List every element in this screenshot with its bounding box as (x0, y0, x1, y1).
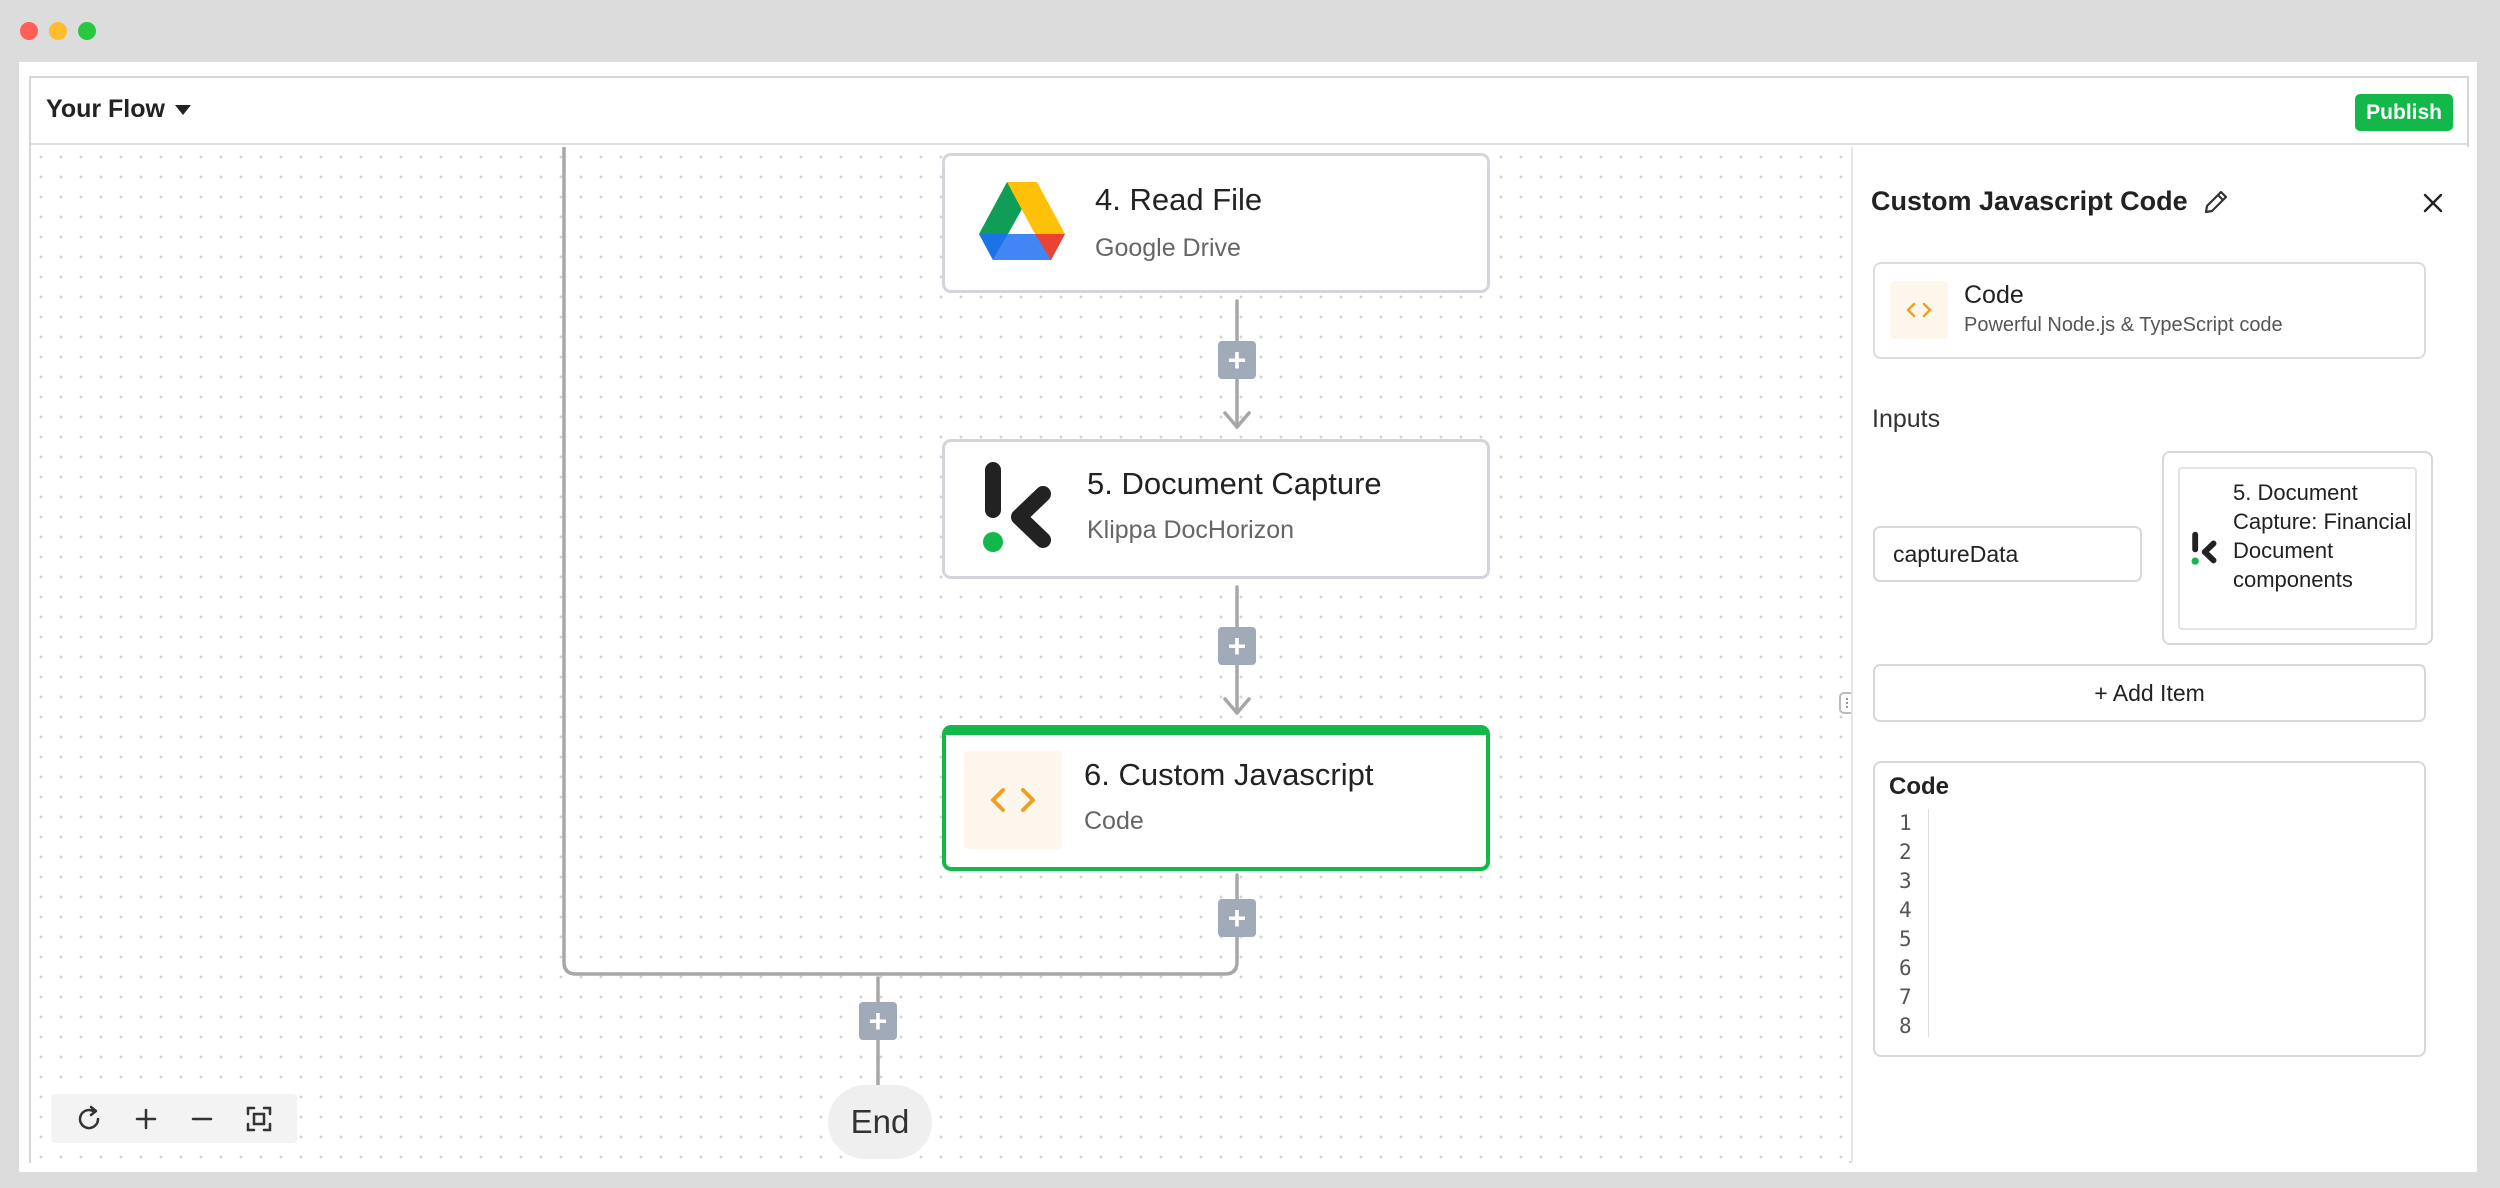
pencil-edit-icon[interactable] (2202, 188, 2230, 216)
canvas-zoom-controls (51, 1094, 297, 1143)
step-title: 6. Custom Javascript (1084, 757, 1374, 792)
flow-builder: Your Flow Publish 4. Read File Google Dr… (29, 76, 2469, 1163)
flow-canvas[interactable]: 4. Read File Google Drive + 5. Document … (31, 147, 1849, 1163)
add-step-button[interactable]: + (1218, 341, 1256, 379)
publish-button[interactable]: Publish (2355, 94, 2453, 131)
line-number: 5 (1899, 927, 1912, 951)
line-number: 1 (1899, 811, 1912, 835)
add-item-button[interactable]: + Add Item (1873, 664, 2426, 722)
builder-header: Your Flow Publish (31, 78, 2467, 145)
data-reference-label: 5. Document Capture: Financial Document … (2233, 480, 2412, 592)
window-minimize-button[interactable] (49, 22, 67, 40)
zoom-in-icon[interactable] (126, 1099, 166, 1139)
data-reference-chip[interactable]: 5. Document Capture: Financial Document … (2178, 467, 2417, 630)
step-title: 5. Document Capture (1087, 466, 1382, 501)
input-key-field[interactable] (1873, 526, 2142, 582)
input-value-field[interactable]: 5. Document Capture: Financial Document … (2162, 451, 2433, 645)
klippa-icon (983, 462, 1051, 552)
step-subtitle: Klippa DocHorizon (1087, 516, 1295, 544)
code-editor-label: Code (1889, 773, 1949, 800)
code-icon (964, 751, 1062, 849)
line-number-gutter: 1 2 3 4 5 6 7 8 (1889, 809, 1929, 1038)
step-settings-panel: Custom Javascript Code Code Powerful Nod… (1851, 147, 2469, 1163)
add-step-button[interactable]: + (1218, 899, 1256, 937)
panel-title-text: Custom Javascript Code (1871, 186, 2188, 216)
flow-step-custom-javascript[interactable]: 6. Custom Javascript Code (942, 725, 1490, 871)
line-number: 6 (1899, 956, 1912, 980)
reset-icon[interactable] (69, 1099, 109, 1139)
window-maximize-button[interactable] (78, 22, 96, 40)
code-icon (1890, 281, 1948, 339)
google-drive-icon (979, 182, 1065, 260)
code-editor[interactable]: Code 1 2 3 4 5 6 7 8 (1873, 761, 2426, 1057)
line-number: 4 (1899, 898, 1912, 922)
step-title: 4. Read File (1095, 182, 1263, 217)
close-icon[interactable] (2420, 190, 2446, 216)
line-number: 8 (1899, 1014, 1912, 1038)
line-number: 7 (1899, 985, 1912, 1009)
flow-step-read-file[interactable]: 4. Read File Google Drive (942, 153, 1490, 293)
piece-info-card: Code Powerful Node.js & TypeScript code (1873, 262, 2426, 359)
browser-window: Your Flow Publish 4. Read File Google Dr… (19, 62, 2477, 1172)
inputs-label: Inputs (1872, 405, 1941, 433)
add-step-button[interactable]: + (1218, 627, 1256, 665)
piece-name: Code (1964, 281, 2024, 309)
klippa-icon (2191, 531, 2217, 565)
end-node: End (828, 1085, 932, 1159)
grip-icon (1846, 698, 1848, 708)
zoom-out-icon[interactable] (182, 1099, 222, 1139)
flow-step-document-capture[interactable]: 5. Document Capture Klippa DocHorizon (942, 439, 1490, 579)
flow-name-dropdown[interactable]: Your Flow (46, 95, 191, 124)
line-number: 3 (1899, 869, 1912, 893)
flow-name-label: Your Flow (46, 95, 165, 123)
window-controls (20, 22, 96, 40)
piece-description: Powerful Node.js & TypeScript code (1964, 314, 2283, 336)
fit-view-icon[interactable] (239, 1099, 279, 1139)
add-step-button[interactable]: + (859, 1002, 897, 1040)
panel-title: Custom Javascript Code (1871, 186, 2230, 217)
step-subtitle: Code (1084, 807, 1144, 835)
caret-down-icon (174, 104, 191, 115)
connector-lines (562, 147, 1251, 1087)
window-close-button[interactable] (20, 22, 38, 40)
step-subtitle: Google Drive (1095, 234, 1241, 262)
line-number: 2 (1899, 840, 1912, 864)
